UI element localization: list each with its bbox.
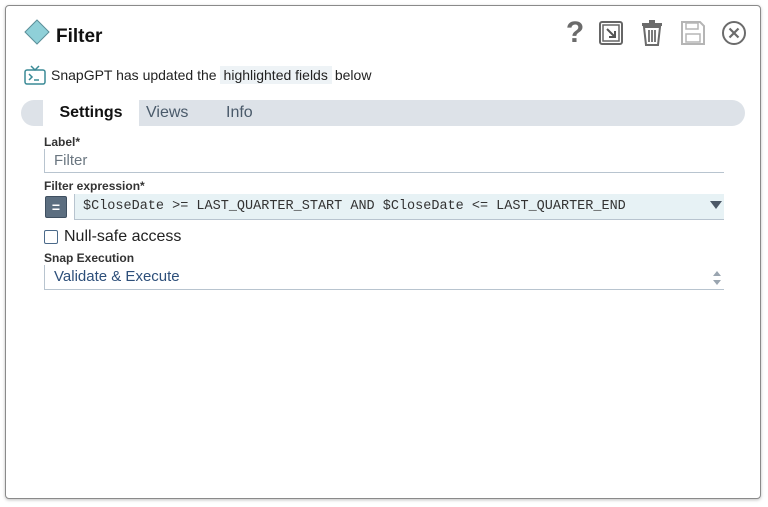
- tab-settings[interactable]: Settings: [43, 100, 139, 126]
- close-icon: [722, 21, 746, 45]
- trash-icon: [642, 20, 662, 46]
- diamond-icon: [24, 19, 50, 45]
- delete-button[interactable]: [637, 18, 667, 48]
- snapgpt-notice: SnapGPT has updated the highlighted fiel…: [24, 64, 371, 86]
- tab-bar: Settings Views Info: [21, 100, 745, 126]
- snapgpt-text-suffix: below: [334, 67, 372, 83]
- help-button[interactable]: ?: [560, 18, 590, 48]
- snap-execution-select[interactable]: Validate & Execute: [44, 265, 724, 290]
- dialog-title: Filter: [56, 26, 103, 47]
- expression-toggle-button[interactable]: =: [45, 196, 67, 218]
- snapgpt-text-highlight: highlighted fields: [219, 66, 332, 84]
- tab-views[interactable]: Views: [146, 100, 188, 126]
- help-icon: ?: [565, 16, 585, 49]
- save-icon: [681, 21, 705, 45]
- tab-info[interactable]: Info: [226, 100, 253, 126]
- filter-dialog: Filter ? SnapGPT has updated the highlig…: [5, 5, 761, 499]
- null-safe-label: Null-safe access: [64, 228, 182, 245]
- filter-expression-title: Filter expression*: [44, 179, 145, 193]
- expand-icon: [599, 21, 623, 45]
- snapgpt-text-prefix: SnapGPT has updated the: [51, 67, 217, 83]
- chevron-down-icon[interactable]: [710, 201, 722, 209]
- expand-button[interactable]: [596, 18, 626, 48]
- snap-execution-title: Snap Execution: [44, 251, 135, 265]
- save-button[interactable]: [678, 18, 708, 48]
- label-input[interactable]: Filter: [44, 149, 724, 173]
- filter-expression-input[interactable]: $CloseDate >= LAST_QUARTER_START AND $Cl…: [74, 194, 724, 220]
- label-field-title: Label*: [44, 135, 81, 149]
- snapgpt-icon: [24, 65, 46, 85]
- updown-arrows-icon: [713, 271, 721, 285]
- null-safe-checkbox[interactable]: [44, 230, 58, 244]
- close-button[interactable]: [719, 18, 749, 48]
